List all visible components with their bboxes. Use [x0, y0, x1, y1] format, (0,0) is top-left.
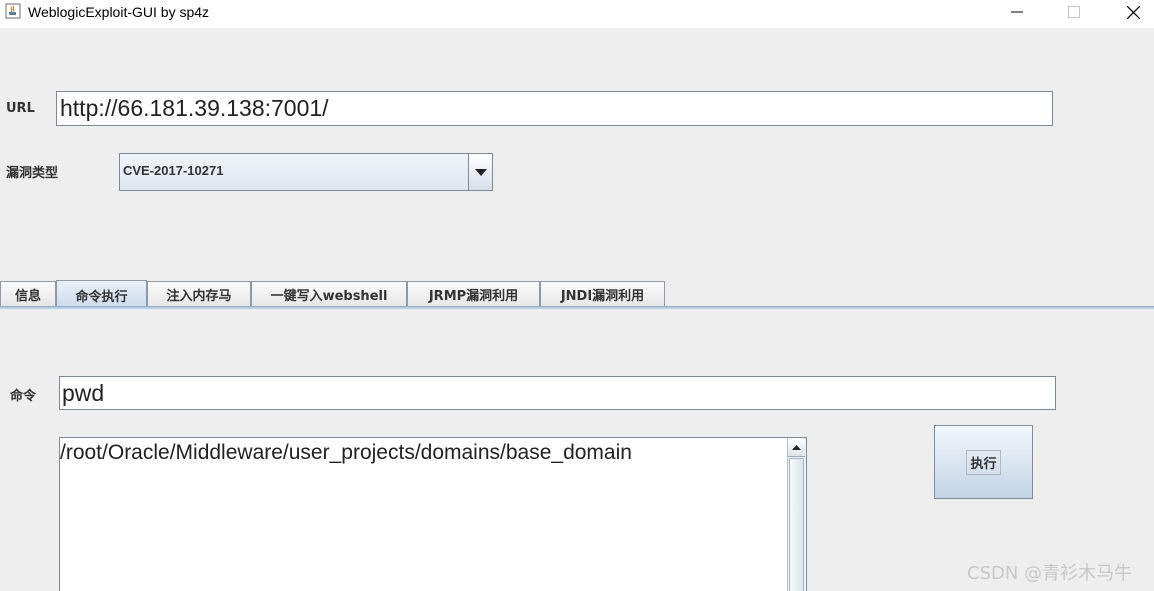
- minimize-icon: [1011, 11, 1023, 13]
- vuln-type-label: 漏洞类型: [6, 166, 59, 181]
- url-label: URL: [6, 101, 35, 116]
- vuln-type-selected: CVE-2017-10271: [123, 163, 224, 178]
- tab-jndi[interactable]: JNDI漏洞利用: [540, 281, 665, 307]
- close-button[interactable]: [1110, 0, 1154, 24]
- tab-info[interactable]: 信息: [0, 281, 56, 307]
- command-label: 命令: [10, 389, 37, 404]
- tab-webshell[interactable]: 一键写入webshell: [251, 281, 407, 307]
- output-textarea[interactable]: /root/Oracle/Middleware/user_projects/do…: [59, 437, 807, 591]
- scroll-up-button[interactable]: [788, 438, 805, 457]
- maximize-icon: [1068, 6, 1080, 18]
- close-icon: [1126, 5, 1140, 19]
- window-title: WeblogicExploit-GUI by sp4z: [28, 4, 210, 20]
- app-window: WeblogicExploit-GUI by sp4z URL 漏洞类型 CVE…: [0, 0, 1154, 591]
- combo-dropdown-button[interactable]: [469, 154, 492, 190]
- java-app-icon: [5, 3, 21, 19]
- tab-jrmp[interactable]: JRMP漏洞利用: [407, 281, 540, 307]
- output-text: /root/Oracle/Middleware/user_projects/do…: [60, 441, 632, 464]
- vuln-type-select[interactable]: CVE-2017-10271: [119, 153, 493, 191]
- output-scrollbar[interactable]: [787, 438, 806, 591]
- maximize-button[interactable]: [1051, 0, 1097, 24]
- execute-button-label: 执行: [966, 449, 1001, 475]
- title-bar: WeblogicExploit-GUI by sp4z: [0, 0, 1154, 28]
- minimize-button[interactable]: [994, 0, 1040, 24]
- arrow-up-icon: [792, 444, 801, 450]
- watermark: CSDN @青衫木马牛: [967, 563, 1133, 584]
- url-input[interactable]: [56, 91, 1053, 126]
- chevron-down-icon: [474, 168, 487, 176]
- tab-memshell[interactable]: 注入内存马: [147, 281, 251, 307]
- command-input[interactable]: [59, 376, 1056, 410]
- scroll-thumb[interactable]: [789, 458, 804, 591]
- execute-button[interactable]: 执行: [934, 425, 1033, 499]
